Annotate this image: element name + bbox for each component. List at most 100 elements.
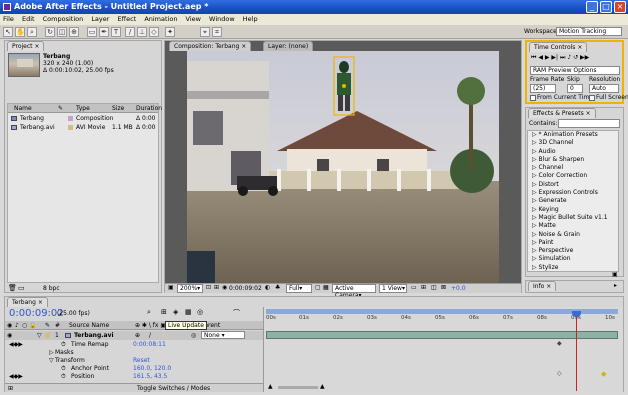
exposure-icon[interactable]: ⊠ bbox=[441, 284, 446, 291]
shy-switch-icon[interactable]: ⊕ bbox=[135, 331, 140, 340]
grid-icon[interactable]: ⊞ bbox=[214, 284, 219, 291]
comp-mini-flowchart-icon[interactable]: ⊞ bbox=[161, 308, 167, 316]
tab-effects-presets[interactable]: Effects & Presets × bbox=[528, 108, 596, 118]
list-item[interactable]: ▷ Color Correction bbox=[528, 172, 618, 180]
safe-zones-icon[interactable]: ⊡ bbox=[206, 284, 211, 291]
prev-frame-icon[interactable]: ◀ bbox=[538, 54, 543, 61]
rotate-tool-icon[interactable]: ↻ bbox=[45, 27, 55, 37]
roi-icon[interactable]: ▢ bbox=[315, 284, 321, 291]
stopwatch-icon[interactable]: ⏱ bbox=[61, 372, 66, 381]
from-current-checkbox[interactable] bbox=[530, 95, 536, 101]
brush-tool-icon[interactable]: / bbox=[125, 27, 135, 37]
property-row[interactable]: ▽ Transform Reset bbox=[5, 356, 263, 364]
frame-blending-icon[interactable]: ▦ bbox=[185, 308, 192, 316]
list-item[interactable]: ▷ Magic Bullet Suite v1.1 bbox=[528, 214, 618, 222]
world-axis-icon[interactable]: ⌗ bbox=[212, 27, 222, 37]
list-item[interactable]: ▷ Blur & Sharpen bbox=[528, 156, 618, 164]
list-item[interactable]: ▷ 3D Channel bbox=[528, 139, 618, 147]
zoom-tool-icon[interactable]: ⌕ bbox=[27, 27, 37, 37]
menu-view[interactable]: View bbox=[186, 15, 201, 23]
keyframe-marker-icon[interactable]: ◆ bbox=[601, 370, 606, 378]
workspace-select[interactable]: Motion Tracking bbox=[556, 27, 622, 36]
composition-canvas[interactable] bbox=[187, 51, 499, 283]
flowchart-icon[interactable]: ⊞ bbox=[421, 284, 426, 291]
views-select[interactable]: 1 View▾ bbox=[379, 284, 407, 293]
list-item[interactable]: ▷ Perspective bbox=[528, 247, 618, 255]
header-size[interactable]: Size bbox=[112, 104, 124, 113]
expand-triangle-icon[interactable]: ▽ bbox=[37, 331, 42, 340]
pen-tool-icon[interactable]: ✒ bbox=[99, 27, 109, 37]
tab-time-controls[interactable]: Time Controls × bbox=[529, 42, 588, 52]
menu-layer[interactable]: Layer bbox=[91, 15, 109, 23]
visibility-icon[interactable]: ◉ bbox=[7, 331, 12, 340]
menu-animation[interactable]: Animation bbox=[144, 15, 177, 23]
minimize-button[interactable]: _ bbox=[586, 1, 598, 13]
property-row[interactable]: ▷ Masks bbox=[5, 348, 263, 356]
pan-behind-tool-icon[interactable]: ⊕ bbox=[69, 27, 79, 37]
list-item[interactable]: ▷ Paint bbox=[528, 239, 618, 247]
list-item[interactable]: Terbang Composition Δ 0:00 bbox=[8, 114, 158, 123]
search-icon[interactable]: ⌕ bbox=[147, 308, 151, 317]
source-name-header[interactable]: Source Name bbox=[69, 321, 109, 330]
transparency-grid-icon[interactable]: ▦ bbox=[323, 284, 329, 291]
list-item[interactable]: ▷ Keying bbox=[528, 206, 618, 214]
graph-editor-icon[interactable]: ⌒ bbox=[233, 308, 240, 318]
list-item[interactable]: ▷ * Animation Presets bbox=[528, 131, 618, 139]
quality-switch-icon[interactable]: / bbox=[149, 331, 151, 340]
resolution-preview-select[interactable]: Auto bbox=[589, 84, 619, 93]
zoom-in-icon[interactable]: ▲ bbox=[320, 383, 325, 390]
property-row[interactable]: ⏱ Anchor Point 160.0, 120.0 bbox=[5, 364, 263, 372]
toggle-switches-button[interactable]: Toggle Switches / Modes bbox=[137, 384, 210, 393]
mask-tool-icon[interactable]: ▭ bbox=[87, 27, 97, 37]
new-preset-icon[interactable]: ▣ bbox=[612, 271, 618, 278]
tab-project[interactable]: Project × bbox=[7, 41, 45, 51]
property-row[interactable]: ◀◆▶ ⏱ Time Remap 0:00:08:11 bbox=[5, 340, 263, 348]
time-ruler[interactable]: 00s 01s 02s 03s 04s 05s 06s 07s 08s 09s … bbox=[266, 315, 618, 323]
tab-composition[interactable]: Composition: Terbang × bbox=[169, 41, 252, 51]
hand-tool-icon[interactable]: ✋ bbox=[15, 27, 25, 37]
selection-tool-icon[interactable]: ↖ bbox=[3, 27, 13, 37]
tab-layer[interactable]: Layer: (none) bbox=[263, 41, 314, 51]
puppet-tool-icon[interactable]: ✦ bbox=[165, 27, 175, 37]
channel-icon[interactable]: ◐ bbox=[265, 284, 270, 291]
reset-exposure-icon[interactable]: ◫ bbox=[431, 284, 437, 291]
menu-window[interactable]: Window bbox=[209, 15, 235, 23]
keyframe-nav-icon[interactable]: ◀◆▶ bbox=[9, 372, 23, 381]
panel-menu-icon[interactable]: ▸ bbox=[614, 282, 617, 289]
layer-duration-bar[interactable] bbox=[266, 331, 618, 339]
menu-edit[interactable]: Edit bbox=[22, 15, 35, 23]
layer-name[interactable]: Terbang.avi bbox=[74, 331, 114, 340]
full-screen-checkbox[interactable] bbox=[589, 95, 595, 101]
zoom-slider[interactable] bbox=[278, 386, 318, 389]
audio-icon[interactable]: ♪ bbox=[567, 54, 571, 61]
work-area-bar[interactable] bbox=[266, 309, 618, 314]
axis-mode-icon[interactable]: ⌖ bbox=[200, 27, 210, 37]
list-item[interactable]: ▷ Channel bbox=[528, 164, 618, 172]
zoom-out-icon[interactable]: ▲ bbox=[268, 383, 273, 390]
maximize-button[interactable]: □ bbox=[600, 1, 612, 13]
header-duration[interactable]: Duration bbox=[136, 104, 162, 113]
toggle-pixel-icon[interactable]: ▭ bbox=[411, 284, 417, 291]
camera-select[interactable]: Active Camera▾ bbox=[332, 284, 376, 299]
parent-select[interactable]: None ▾ bbox=[201, 331, 245, 339]
draft-3d-icon[interactable]: ◈ bbox=[173, 308, 178, 316]
loop-icon[interactable]: ↺ bbox=[573, 54, 578, 61]
viewer-timecode[interactable]: 0:00:09:02 bbox=[229, 285, 262, 292]
trash-icon[interactable]: 🗑 bbox=[8, 284, 17, 292]
tab-timeline[interactable]: Terbang × bbox=[7, 297, 48, 307]
list-item[interactable]: ▷ Noise & Grain bbox=[528, 231, 618, 239]
keyframe-marker-icon[interactable]: ◆ bbox=[557, 340, 562, 347]
close-button[interactable]: × bbox=[614, 1, 626, 13]
property-value[interactable]: 161.5, 43.5 bbox=[133, 372, 167, 381]
current-time-indicator[interactable] bbox=[576, 313, 577, 391]
list-item[interactable]: ▷ Simulation bbox=[528, 255, 618, 263]
parent-pick-whip-icon[interactable]: ◎ bbox=[191, 331, 196, 340]
exposure-value[interactable]: +0.0 bbox=[451, 285, 466, 292]
tab-info[interactable]: Info × bbox=[528, 281, 557, 291]
frame-rate-select[interactable]: (25) bbox=[530, 84, 556, 93]
list-item[interactable]: Terbang.avi AVI Movie 1.1 MB Δ 0:00 bbox=[8, 123, 158, 132]
eraser-tool-icon[interactable]: ◇ bbox=[149, 27, 159, 37]
next-frame-icon[interactable]: ▶| bbox=[551, 54, 558, 61]
list-item[interactable]: ▷ Distort bbox=[528, 181, 618, 189]
keyframe-marker-icon[interactable]: ◇ bbox=[557, 370, 562, 377]
